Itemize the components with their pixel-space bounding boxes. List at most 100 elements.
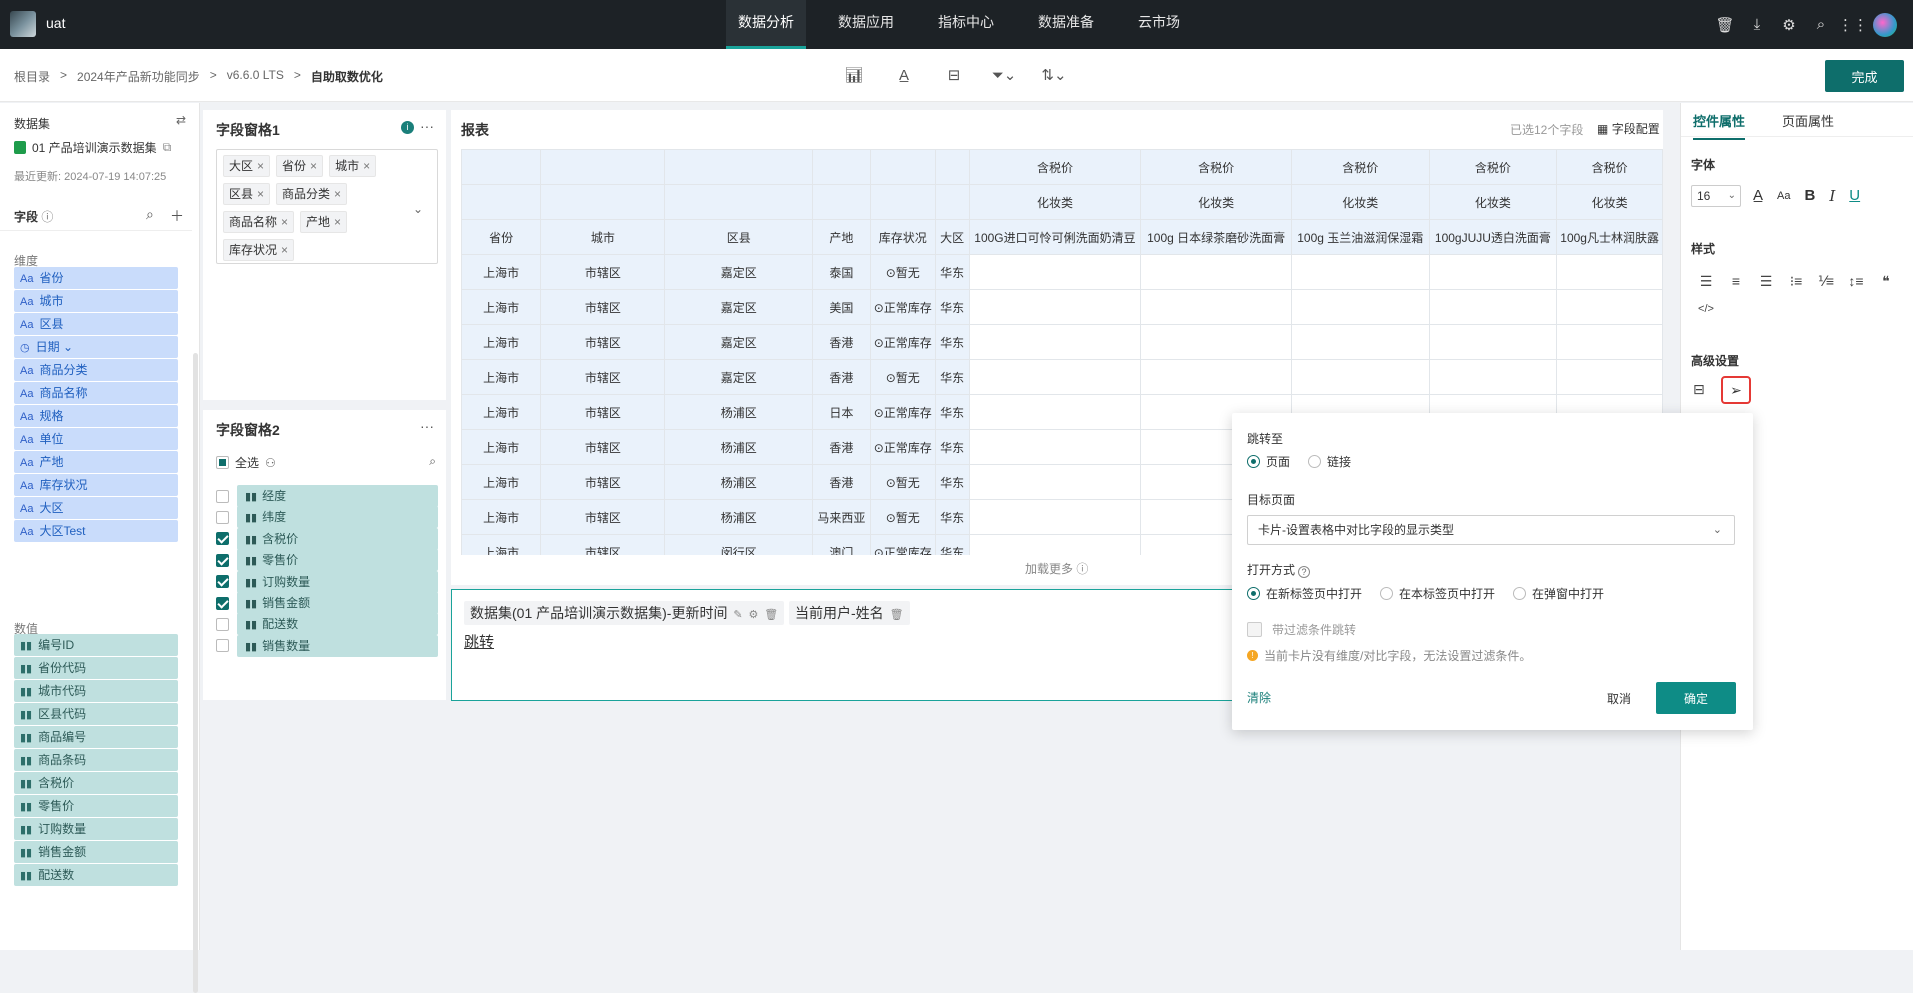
dimension-field[interactable]: Aa 产地 — [14, 451, 178, 473]
field-config[interactable]: ▦ 字段配置 — [1597, 120, 1660, 137]
measure-field[interactable]: ▮▮ 含税价 — [14, 772, 178, 794]
line-height-icon[interactable]: ↕≡ — [1841, 267, 1871, 295]
measure-option[interactable]: ▮▮ 经度 — [216, 485, 438, 507]
measure-field[interactable]: ▮▮ 零售价 — [14, 795, 178, 817]
dimension-field[interactable]: Aa 区县 — [14, 313, 178, 335]
crumb-root[interactable]: 根目录 — [14, 68, 50, 85]
sidebar-scrollbar[interactable] — [193, 353, 198, 993]
jump-send-icon[interactable]: ➢ — [1721, 376, 1751, 404]
column-header[interactable]: 城市 — [540, 219, 666, 255]
radio-new-tab[interactable]: 在新标签页中打开 — [1247, 585, 1362, 602]
field-tag[interactable]: 库存状况 × — [223, 239, 295, 261]
app-logo[interactable] — [10, 11, 36, 37]
switch-dataset-icon[interactable]: ⇄ — [176, 113, 186, 127]
filter-jump-checkbox[interactable] — [1247, 622, 1262, 637]
bar-chart-icon[interactable]: 📊︎ — [840, 63, 868, 89]
product-header[interactable]: 100G进口可怜可俐洗面奶清豆 — [968, 219, 1142, 255]
column-header[interactable]: 产地 — [811, 219, 871, 255]
measure-field[interactable]: ▮▮ 区县代码 — [14, 703, 178, 725]
nav-metric-center[interactable]: 指标中心 — [926, 0, 1006, 49]
dimension-field[interactable]: Aa 库存状况 — [14, 474, 178, 496]
column-header[interactable]: 省份 — [461, 219, 542, 255]
dimension-field[interactable]: Aa 单位 — [14, 428, 178, 450]
align-right-icon[interactable]: ☰ — [1751, 267, 1781, 295]
measure-option[interactable]: ▮▮ 零售价 — [216, 549, 438, 572]
tag-select[interactable]: 大区 × 省份 × 城市 × 区县 × 商品分类 × 商品名称 × 产地 × 库存状况 × — [216, 149, 438, 264]
close-icon[interactable]: × — [334, 215, 341, 229]
close-icon[interactable]: × — [257, 187, 264, 201]
close-icon[interactable]: × — [281, 243, 288, 257]
column-header[interactable]: 库存状况 — [869, 219, 936, 255]
numbered-list-icon[interactable]: ⅟≡ — [1811, 267, 1841, 295]
dimension-field[interactable]: Aa 城市 — [14, 290, 178, 312]
field-tag[interactable]: 产地 × — [300, 211, 348, 233]
field-tag[interactable]: 商品名称 × — [223, 211, 295, 233]
close-icon[interactable]: × — [363, 159, 370, 173]
measure-checkbox[interactable] — [216, 617, 229, 631]
clear-button[interactable]: 清除 — [1247, 689, 1271, 706]
measure-field[interactable]: ▮▮ 省份代码 — [14, 657, 178, 679]
quote-icon[interactable]: ❝ — [1871, 267, 1901, 295]
edit-dataset-icon[interactable]: ⧉ — [163, 140, 172, 155]
confirm-button[interactable]: 确定 — [1656, 682, 1736, 714]
close-icon[interactable]: × — [310, 159, 317, 173]
text-icon[interactable]: A̲ — [890, 63, 918, 89]
bullet-list-icon[interactable]: ⁝≡ — [1781, 267, 1811, 295]
measure-option[interactable]: ▮▮ 订购数量 — [216, 570, 438, 593]
filter-icon[interactable]: ⏷⌄ — [990, 63, 1018, 89]
crumb-folder[interactable]: 2024年产品新功能同步 — [77, 68, 200, 85]
radio-link[interactable]: 链接 — [1308, 453, 1351, 470]
data-filter-icon[interactable]: ⊟ — [1693, 381, 1705, 398]
download-icon[interactable]: ⤓ — [1741, 16, 1773, 33]
search-icon[interactable]: ⌕ — [429, 454, 436, 469]
font-size-select[interactable]: 16 ⌄ — [1691, 185, 1741, 207]
product-header[interactable]: 100g 日本绿茶磨砂洗面膏 — [1140, 219, 1292, 255]
align-left-icon[interactable]: ☰ — [1691, 267, 1721, 295]
measure-checkbox[interactable] — [216, 596, 229, 610]
palette-icon[interactable]: ⚇ — [265, 456, 276, 470]
measure-option[interactable]: ▮▮ 配送数 — [216, 613, 438, 636]
measure-option[interactable]: ▮▮ 纬度 — [216, 506, 438, 529]
measure-checkbox[interactable] — [216, 532, 229, 546]
search-icon[interactable]: ⌕ — [146, 206, 154, 223]
product-header[interactable]: 100gJUJU透白洗面膏 — [1428, 219, 1558, 255]
sort-icon[interactable]: ⇅⌄ — [1040, 63, 1068, 89]
avatar[interactable] — [1873, 12, 1897, 37]
code-icon[interactable]: </> — [1691, 295, 1721, 323]
radio-page[interactable]: 页面 — [1247, 453, 1290, 470]
measure-checkbox[interactable] — [216, 489, 229, 503]
info-icon[interactable]: i — [401, 121, 414, 134]
crumb-version[interactable]: v6.6.0 LTS — [227, 68, 284, 85]
add-icon[interactable]: ＋ — [170, 206, 184, 226]
measure-field[interactable]: ▮▮ 销售金额 — [14, 841, 178, 863]
delete-icon[interactable]: 🗑 — [890, 609, 904, 621]
variable-chip[interactable]: 当前用户-姓名 🗑 — [789, 601, 910, 625]
align-center-icon[interactable]: ≡ — [1721, 267, 1751, 295]
dimension-field[interactable]: Aa 省份 — [14, 267, 178, 289]
dimension-field[interactable]: Aa 商品名称 — [14, 382, 178, 404]
help-icon[interactable]: ? — [1298, 566, 1311, 578]
cancel-button[interactable]: 取消 — [1587, 683, 1651, 713]
dimension-field[interactable]: Aa 规格 — [14, 405, 178, 427]
apps-grid-icon[interactable]: ⋮⋮ — [1837, 16, 1869, 34]
measure-field[interactable]: ▮▮ 订购数量 — [14, 818, 178, 840]
field-tag[interactable]: 区县 × — [223, 183, 271, 205]
measure-option[interactable]: ▮▮ 含税价 — [216, 527, 438, 550]
jump-link-text[interactable]: 跳转 — [464, 631, 494, 652]
radio-same-tab[interactable]: 在本标签页中打开 — [1380, 585, 1495, 602]
tab-page-props[interactable]: 页面属性 — [1782, 111, 1834, 138]
more-icon[interactable]: ··· — [420, 418, 434, 434]
nav-data-analysis[interactable]: 数据分析 — [726, 0, 806, 49]
font-case-icon[interactable]: Aa — [1777, 185, 1790, 207]
done-button[interactable]: 完成 — [1825, 60, 1904, 92]
variable-chip[interactable]: 数据集(01 产品培训演示数据集)-更新时间 ✎ ⚙ 🗑 — [464, 601, 785, 625]
search-icon[interactable]: ⌕ — [1805, 16, 1837, 33]
dataset-name[interactable]: 01 产品培训演示数据集 ⧉ — [14, 139, 171, 156]
dimension-field[interactable]: Aa 商品分类 — [14, 359, 178, 381]
product-header[interactable]: 100g 玉兰油滋润保湿霜 — [1290, 219, 1430, 255]
field-tag[interactable]: 城市 × — [329, 155, 377, 177]
trash-icon[interactable]: 🗑 — [1709, 16, 1741, 34]
gear-icon[interactable]: ⚙ — [1773, 16, 1805, 34]
select-all-checkbox[interactable] — [216, 456, 229, 469]
close-icon[interactable]: × — [334, 187, 341, 201]
